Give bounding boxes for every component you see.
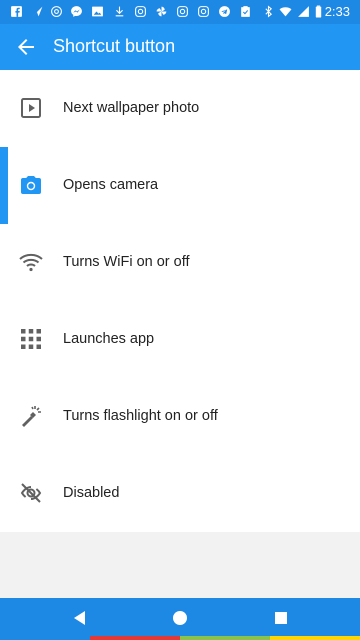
eye-off-icon: [20, 483, 42, 503]
instagram-icon: [177, 6, 188, 17]
bluetooth-icon: [265, 5, 273, 18]
nav-back-icon[interactable]: [70, 608, 90, 628]
nav-recents-icon[interactable]: [271, 608, 291, 628]
facebook-icon: [11, 6, 22, 17]
list-item-label: Turns flashlight on or off: [63, 408, 218, 424]
strip-green: [180, 636, 270, 640]
apps-grid-icon: [21, 329, 41, 349]
instagram-icon: [135, 6, 146, 17]
instagram-icon: [198, 6, 209, 17]
at-icon: [51, 6, 62, 17]
shortcut-option-list: Next wallpaper photo Opens camera Turns …: [0, 70, 360, 532]
list-item-label: Turns WiFi on or off: [63, 254, 190, 270]
page-title: Shortcut button: [53, 36, 176, 56]
telegram-icon: [219, 6, 230, 17]
status-bar: 2:33: [0, 0, 360, 24]
battery-icon: [315, 5, 322, 18]
list-item-label: Disabled: [63, 485, 120, 501]
list-item-label: Opens camera: [63, 177, 159, 193]
list-item-disabled[interactable]: Disabled: [0, 455, 360, 532]
play-box-icon: [21, 98, 41, 118]
list-item-wifi[interactable]: Turns WiFi on or off: [0, 224, 360, 301]
list-item-label: Next wallpaper photo: [63, 100, 200, 116]
pinwheel-icon: [156, 6, 167, 17]
wifi-icon: [279, 7, 292, 17]
flashlight-icon: [22, 406, 41, 427]
list-item-launches-app[interactable]: Launches app: [0, 301, 360, 378]
camera-icon: [21, 176, 41, 194]
strip-yellow: [270, 636, 360, 640]
back-arrow-icon[interactable]: [14, 35, 38, 59]
nav-home-icon[interactable]: [170, 608, 190, 628]
list-item-label: Launches app: [63, 331, 155, 347]
messenger-icon: [71, 6, 82, 17]
image-icon: [92, 6, 103, 17]
list-item-opens-camera[interactable]: Opens camera: [0, 147, 360, 224]
color-strip: [90, 636, 360, 640]
wifi-icon: [19, 253, 43, 272]
app-bar: Shortcut button: [0, 24, 360, 70]
list-item-next-wallpaper[interactable]: Next wallpaper photo: [0, 70, 360, 147]
download-icon: [115, 6, 124, 17]
send-icon: [32, 6, 43, 17]
navigation-bar: [0, 598, 360, 640]
strip-red: [90, 636, 180, 640]
selected-indicator: [0, 147, 8, 224]
list-item-flashlight[interactable]: Turns flashlight on or off: [0, 378, 360, 455]
signal-icon: [298, 6, 309, 17]
status-time: 2:33: [324, 4, 350, 19]
clipboard-check-icon: [241, 6, 250, 17]
